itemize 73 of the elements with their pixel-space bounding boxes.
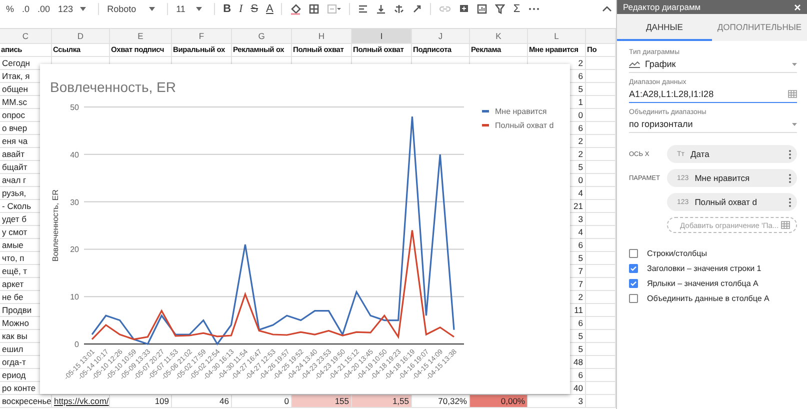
panel-title: Редактор диаграмм: [623, 2, 701, 12]
axis-tick-label: 10: [70, 292, 79, 302]
borders-icon[interactable]: [309, 4, 320, 14]
filter-icon[interactable]: [495, 4, 506, 14]
align-left-icon[interactable]: [358, 4, 368, 14]
table-cell: 46: [172, 395, 232, 407]
tab[interactable]: ДОПОЛНИТЕЛЬНЫЕ: [712, 14, 807, 41]
column-header[interactable]: D: [52, 29, 110, 43]
chip-label: Дата: [690, 149, 710, 159]
chip-label: Полный охват d: [694, 197, 758, 207]
caret-icon[interactable]: [196, 7, 202, 11]
checkbox-label: Ярлыки – значения столбца A: [647, 279, 758, 288]
dropdown-caret-icon[interactable]: [792, 122, 797, 126]
data-range-field[interactable]: A1:A28,L1:L28,I1:I28: [629, 86, 797, 103]
bold-button[interactable]: B: [219, 2, 236, 16]
tab[interactable]: ДАННЫЕ: [617, 14, 712, 41]
column-header[interactable]: J: [412, 29, 470, 43]
column-header[interactable]: F: [172, 29, 232, 43]
number-format-button[interactable]: 123: [54, 2, 94, 16]
axis-title: Вовлеченность, ER: [51, 190, 60, 262]
column-header[interactable]: C: [0, 29, 52, 43]
text-rotation-icon[interactable]: [412, 4, 422, 14]
font-size-select[interactable]: 11: [172, 2, 210, 16]
checkbox[interactable]: [629, 249, 638, 258]
axis-tick-label: 20: [70, 245, 79, 254]
chart-title: Вовлеченность, ER: [50, 79, 176, 95]
column-header[interactable]: G: [232, 29, 292, 43]
checkbox[interactable]: [629, 279, 638, 288]
checkbox-label: Объединить данные в столбце A: [647, 294, 770, 303]
functions-button[interactable]: Σ: [509, 2, 524, 16]
grid-icon[interactable]: [781, 221, 790, 229]
close-icon[interactable]: [794, 4, 801, 10]
decrease-decimals-button[interactable]: .0: [18, 2, 34, 16]
table-cell: 1,55: [352, 395, 412, 407]
chart-type-dropdown[interactable]: График: [629, 56, 797, 73]
table-cell: 0,00%: [470, 395, 528, 407]
strikethrough-button[interactable]: S: [246, 2, 262, 16]
table-cell: 155: [292, 395, 352, 407]
increase-decimals-button[interactable]: .00: [34, 2, 54, 16]
caret-icon[interactable]: [80, 7, 86, 11]
axis-tick-label: 50: [70, 103, 79, 112]
merge-cells-icon[interactable]: [327, 4, 342, 14]
font-select[interactable]: Roboto: [103, 2, 164, 16]
collapse-chevron-icon[interactable]: [602, 6, 612, 12]
align-bottom-icon[interactable]: [376, 4, 386, 14]
column-header[interactable]: I: [352, 29, 412, 43]
line-chart-icon[interactable]: [629, 60, 640, 68]
checkbox-label: Заголовки – значения строки 1: [647, 264, 762, 273]
caret-icon[interactable]: [149, 7, 156, 11]
axis-tick-label: 40: [70, 150, 79, 160]
chip-label: Мне нравится: [694, 173, 751, 183]
column-header[interactable]: E: [110, 29, 172, 43]
axis-tick-label: 0: [74, 340, 79, 349]
combine-ranges-dropdown[interactable]: по горизонтали: [629, 116, 797, 133]
dropdown-caret-icon[interactable]: [792, 62, 797, 66]
checkbox[interactable]: [629, 294, 638, 303]
more-icon[interactable]: [528, 7, 540, 11]
checkbox-label: Строки/столбцы: [647, 249, 707, 258]
percent-button[interactable]: %: [2, 2, 18, 16]
table-cell: воскресенье: [0, 395, 52, 407]
italic-button[interactable]: I: [235, 2, 247, 16]
table-cell: 109: [110, 395, 172, 407]
add-comment-icon[interactable]: [459, 4, 470, 14]
chart-icon[interactable]: [477, 4, 488, 14]
text-color-button[interactable]: A: [262, 2, 278, 16]
column-header[interactable]: K: [470, 29, 528, 43]
axis-tick-label: 30: [70, 198, 79, 207]
table-cell: 3: [528, 395, 586, 407]
grid-icon[interactable]: [788, 90, 797, 98]
column-header[interactable]: L: [528, 29, 586, 43]
checkbox[interactable]: [629, 264, 638, 273]
paint-bucket-icon[interactable]: [290, 4, 302, 14]
link-cell[interactable]: https://vk.com/: [52, 395, 110, 407]
